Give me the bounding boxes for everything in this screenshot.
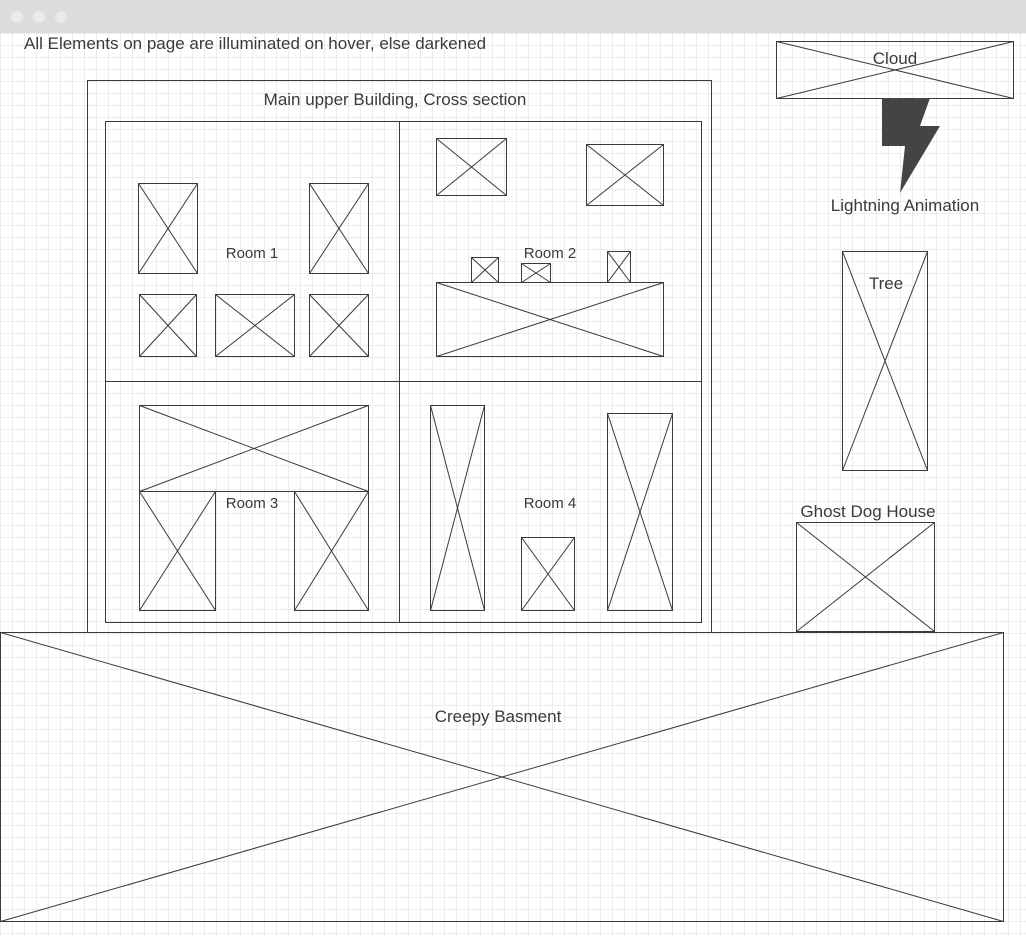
tree-label: Tree	[869, 274, 903, 293]
cloud-label: Cloud	[873, 49, 917, 68]
room-2-table[interactable]	[436, 282, 664, 357]
room-1-label: Room 1	[226, 245, 279, 262]
room-1-furniture-2[interactable]	[309, 183, 369, 274]
room-3-left-pillar[interactable]	[139, 491, 216, 611]
basement-label: Creepy Basment	[435, 707, 562, 726]
room-1-furniture-3[interactable]	[139, 294, 197, 357]
room-4-label: Room 4	[524, 495, 577, 512]
room-1-furniture-4[interactable]	[215, 294, 295, 357]
creepy-basement[interactable]: Creepy Basment	[0, 632, 1004, 922]
tree[interactable]: Tree	[842, 251, 928, 471]
room-1[interactable]: Room 1	[138, 183, 369, 357]
room-3-right-pillar[interactable]	[294, 491, 369, 611]
room-2-small-item-2[interactable]	[521, 263, 551, 283]
room-2[interactable]: Room 2	[436, 138, 664, 357]
building-title: Main upper Building, Cross section	[264, 90, 527, 109]
dog-house-placeholder	[796, 522, 935, 632]
lightning-label: Lightning Animation	[831, 196, 979, 215]
room-4-furniture-2[interactable]	[521, 537, 575, 611]
building-inner-frame	[105, 121, 702, 623]
hover-note: All Elements on page are illuminated on …	[24, 34, 486, 53]
cloud[interactable]: Cloud	[776, 41, 1014, 99]
room-1-furniture-5[interactable]	[309, 294, 369, 357]
room-2-small-item-1[interactable]	[471, 257, 499, 283]
room-4-furniture-3[interactable]	[607, 413, 673, 611]
room-4[interactable]: Room 4	[430, 405, 673, 611]
room-3-label: Room 3	[226, 495, 279, 512]
lightning-bolt-icon	[882, 98, 940, 193]
room-2-furniture-2[interactable]	[586, 144, 664, 206]
basement-placeholder	[0, 632, 1004, 922]
room-2-small-item-3[interactable]	[607, 251, 631, 283]
dog-house-label: Ghost Dog House	[800, 502, 935, 521]
room-3-upper-panel[interactable]	[139, 405, 369, 492]
lightning[interactable]: Lightning Animation	[831, 98, 979, 215]
room-2-furniture-1[interactable]	[436, 138, 507, 196]
room-2-label: Room 2	[524, 245, 577, 262]
room-1-furniture-1[interactable]	[138, 183, 198, 274]
ghost-dog-house[interactable]: Ghost Dog House	[796, 502, 936, 632]
room-4-furniture-1[interactable]	[430, 405, 485, 611]
room-3[interactable]: Room 3	[139, 405, 369, 611]
wireframe-diagram: All Elements on page are illuminated on …	[0, 34, 1014, 922]
